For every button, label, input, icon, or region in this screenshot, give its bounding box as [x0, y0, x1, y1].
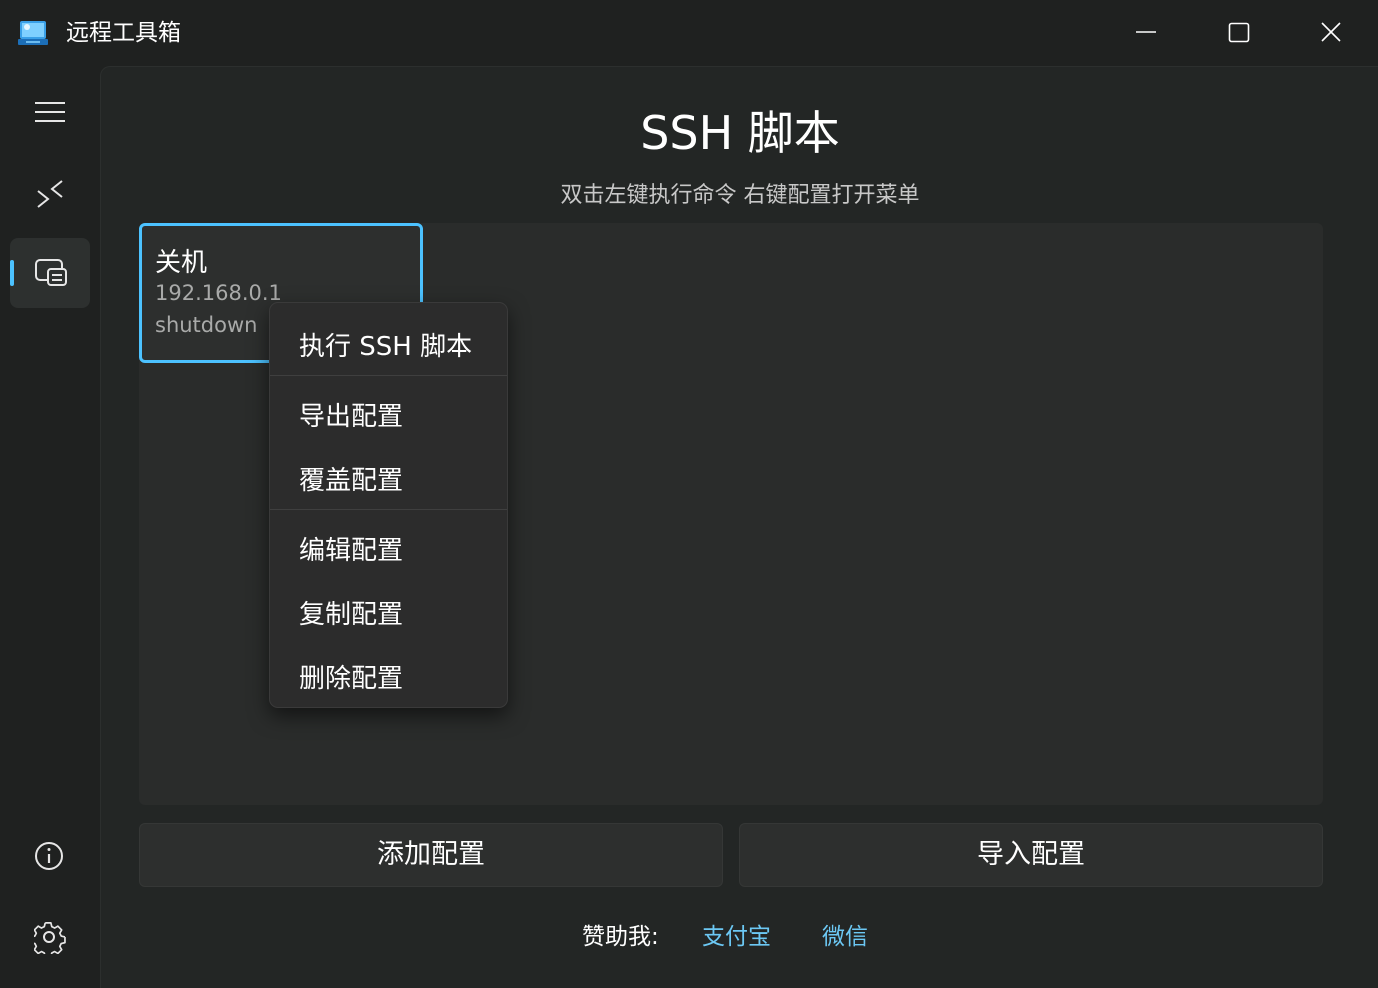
menu-item-label: 复制配置 — [299, 600, 404, 630]
nav-item-about[interactable] — [10, 822, 90, 892]
close-icon — [1321, 22, 1341, 42]
page-title: SSH 脚本 — [640, 106, 840, 160]
menu-item-edit[interactable]: 编辑配置 — [270, 517, 507, 573]
menu-item-label: 编辑配置 — [299, 536, 404, 566]
config-command: shutdown — [155, 313, 258, 337]
menu-item-label: 覆盖配置 — [299, 466, 404, 496]
menu-item-overwrite[interactable]: 覆盖配置 — [270, 447, 507, 503]
context-menu: 执行 SSH 脚本 导出配置 覆盖配置 编辑配置 复制配置 删除配置 — [269, 302, 508, 708]
nav-item-ssh-script[interactable] — [10, 238, 90, 308]
gear-icon — [34, 922, 66, 954]
minimize-button[interactable] — [1100, 0, 1192, 66]
title-bar[interactable]: 远程工具箱 — [0, 0, 1378, 66]
menu-item-export[interactable]: 导出配置 — [270, 383, 507, 439]
menu-separator — [270, 375, 507, 376]
nav-rail — [0, 66, 100, 988]
add-config-button[interactable]: 添加配置 — [139, 823, 723, 887]
maximize-icon — [1228, 22, 1250, 43]
minimize-icon — [1136, 31, 1156, 33]
nav-selected-indicator — [10, 260, 14, 286]
import-config-button[interactable]: 导入配置 — [739, 823, 1323, 887]
menu-separator — [270, 509, 507, 510]
close-button[interactable] — [1284, 0, 1376, 66]
sponsor-label: 赞助我: — [582, 924, 659, 950]
hamburger-icon — [35, 102, 65, 122]
wechat-link[interactable]: 微信 — [822, 917, 868, 951]
app-logo-icon — [18, 18, 48, 48]
content-panel: SSH 脚本 双击左键执行命令 右键配置打开菜单 关机 192.168.0.1 … — [100, 66, 1378, 988]
config-name: 关机 — [155, 248, 208, 278]
alipay-link[interactable]: 支付宝 — [702, 917, 771, 951]
maximize-button[interactable] — [1192, 0, 1284, 66]
menu-item-label: 导出配置 — [299, 402, 404, 432]
app-window: 远程工具箱 SSH 脚本 双击左键执行命令 右键配置打开菜单 关机 192.16… — [0, 0, 1378, 988]
config-host: 192.168.0.1 — [155, 281, 282, 305]
remote-connect-icon — [37, 180, 63, 208]
window-title: 远程工具箱 — [66, 20, 181, 46]
page-subtitle: 双击左键执行命令 右键配置打开菜单 — [560, 183, 920, 208]
nav-item-remote[interactable] — [10, 158, 90, 228]
menu-item-delete[interactable]: 删除配置 — [270, 645, 507, 701]
info-icon — [35, 842, 63, 870]
menu-item-copy[interactable]: 复制配置 — [270, 581, 507, 637]
nav-item-settings[interactable] — [10, 903, 90, 973]
menu-item-label: 执行 SSH 脚本 — [299, 332, 473, 362]
ssh-script-icon — [35, 259, 67, 286]
menu-item-label: 删除配置 — [299, 664, 404, 694]
menu-item-run-ssh[interactable]: 执行 SSH 脚本 — [270, 313, 507, 369]
nav-menu-button[interactable] — [10, 78, 90, 148]
